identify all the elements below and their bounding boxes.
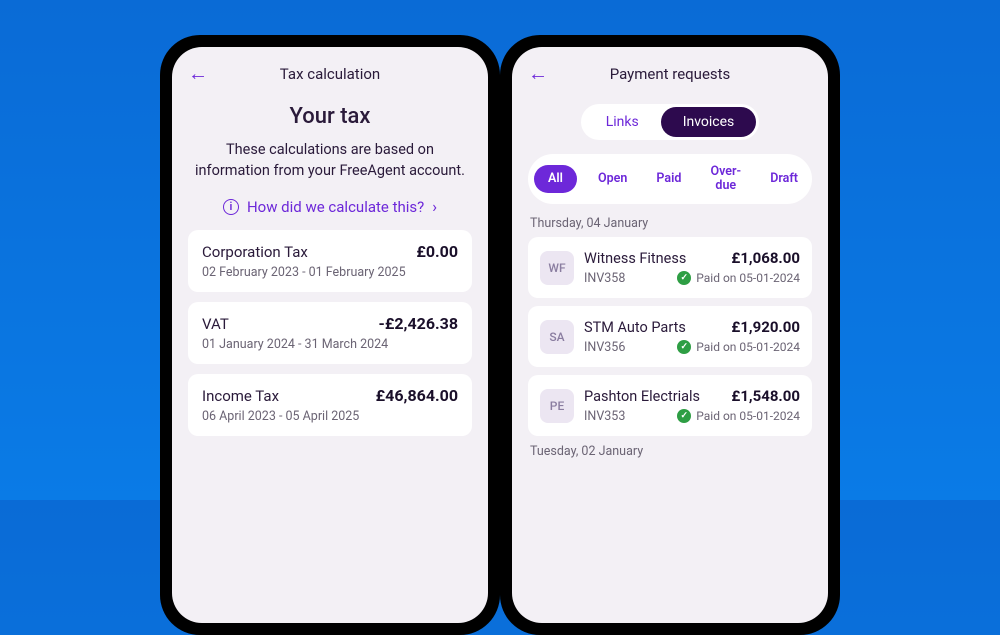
back-button[interactable]: ← <box>188 61 212 86</box>
header-title: Payment requests <box>552 65 788 83</box>
check-icon: ✓ <box>677 340 691 354</box>
header-title: Tax calculation <box>212 65 448 83</box>
date-group-header: Thursday, 04 January <box>530 216 812 231</box>
check-icon: ✓ <box>677 271 691 285</box>
header-payments: ← Payment requests <box>528 61 812 86</box>
arrow-left-icon: ← <box>528 61 548 85</box>
tax-item-vat[interactable]: VAT -£2,426.38 01 January 2024 - 31 Marc… <box>188 302 472 364</box>
segment-control: Links Invoices <box>528 104 812 140</box>
calculation-info-link[interactable]: i How did we calculate this? › <box>188 197 472 216</box>
calculation-info-label: How did we calculate this? <box>247 198 424 216</box>
filter-open[interactable]: Open <box>590 165 635 193</box>
tax-period: 06 April 2023 - 05 April 2025 <box>202 409 458 424</box>
page-subtitle: These calculations are based on informat… <box>194 139 466 181</box>
filter-paid[interactable]: Paid <box>648 165 689 193</box>
invoice-row[interactable]: PE Pashton Electrials £1,548.00 INV353 ✓… <box>528 375 812 436</box>
invoice-name: Witness Fitness <box>584 250 686 267</box>
invoice-ref: INV356 <box>584 340 625 355</box>
filter-all[interactable]: All <box>534 165 577 193</box>
tax-amount: -£2,426.38 <box>379 314 458 333</box>
invoice-row[interactable]: WF Witness Fitness £1,068.00 INV358 ✓ Pa… <box>528 237 812 298</box>
invoice-ref: INV358 <box>584 271 625 286</box>
invoice-amount: £1,548.00 <box>731 387 800 405</box>
invoice-amount: £1,068.00 <box>731 249 800 267</box>
tax-label: VAT <box>202 315 229 333</box>
avatar: WF <box>540 251 574 285</box>
invoice-ref: INV353 <box>584 409 625 424</box>
tax-label: Income Tax <box>202 387 279 405</box>
phone-screen-payments: ← Payment requests Links Invoices All Op… <box>512 47 828 623</box>
phone-frame-payments: ← Payment requests Links Invoices All Op… <box>500 35 840 635</box>
phone-frame-tax: ← Tax calculation Your tax These calcula… <box>160 35 500 635</box>
tax-item-corporation[interactable]: Corporation Tax £0.00 02 February 2023 -… <box>188 230 472 292</box>
filter-draft[interactable]: Draft <box>762 165 806 193</box>
page-title: Your tax <box>188 104 472 129</box>
invoice-status: ✓ Paid on 05-01-2024 <box>677 271 800 285</box>
invoice-name: Pashton Electrials <box>584 388 700 405</box>
header-tax: ← Tax calculation <box>188 61 472 86</box>
avatar: PE <box>540 389 574 423</box>
back-button[interactable]: ← <box>528 61 552 86</box>
segment-links[interactable]: Links <box>584 107 661 137</box>
invoice-status: ✓ Paid on 05-01-2024 <box>677 340 800 354</box>
invoice-row[interactable]: SA STM Auto Parts £1,920.00 INV356 ✓ Pai… <box>528 306 812 367</box>
chevron-right-icon: › <box>432 197 437 216</box>
info-icon: i <box>223 199 239 215</box>
phone-screen-tax: ← Tax calculation Your tax These calcula… <box>172 47 488 623</box>
tax-label: Corporation Tax <box>202 243 308 261</box>
tax-period: 02 February 2023 - 01 February 2025 <box>202 265 458 280</box>
segment-invoices[interactable]: Invoices <box>661 107 757 137</box>
invoice-amount: £1,920.00 <box>731 318 800 336</box>
tax-amount: £0.00 <box>416 242 458 261</box>
filter-bar: All Open Paid Over- due Draft <box>528 154 812 204</box>
invoice-name: STM Auto Parts <box>584 319 686 336</box>
date-group-header: Tuesday, 02 January <box>530 444 812 459</box>
tax-period: 01 January 2024 - 31 March 2024 <box>202 337 458 352</box>
arrow-left-icon: ← <box>188 61 208 85</box>
invoice-status: ✓ Paid on 05-01-2024 <box>677 409 800 423</box>
check-icon: ✓ <box>677 409 691 423</box>
filter-overdue[interactable]: Over- due <box>702 158 749 200</box>
tax-item-income[interactable]: Income Tax £46,864.00 06 April 2023 - 05… <box>188 374 472 436</box>
tax-amount: £46,864.00 <box>376 386 458 405</box>
avatar: SA <box>540 320 574 354</box>
